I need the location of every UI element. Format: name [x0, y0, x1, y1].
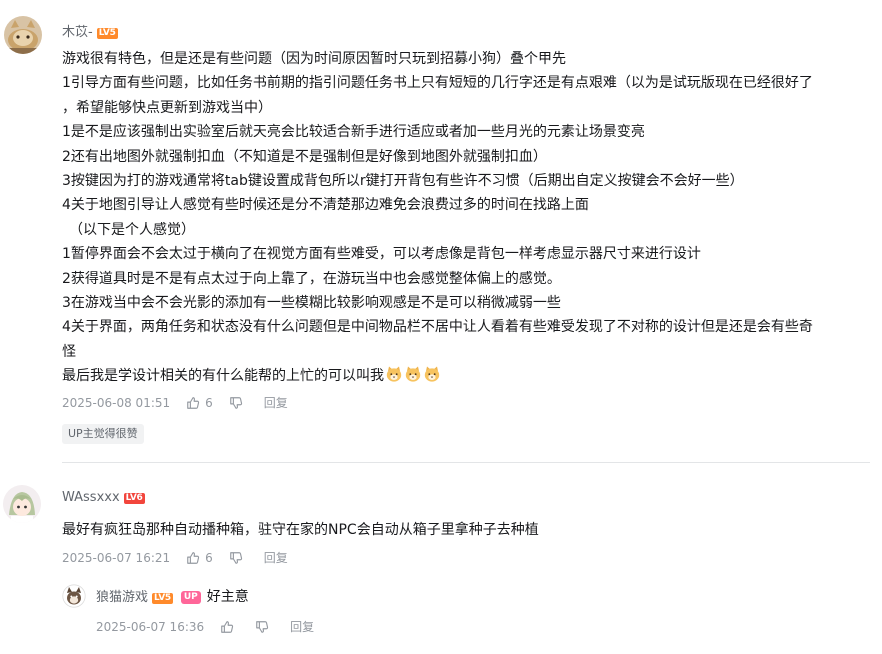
comment-1-body: 游戏很有特色，但是还是有些问题（因为时间原因暂时只玩到招募小狗）叠个甲先 1引导… — [62, 47, 813, 389]
cat-face-emoji-icon — [405, 366, 421, 382]
comment-1-time: 2025-06-08 01:51 — [62, 396, 171, 410]
level-badge: LV5 — [152, 593, 173, 604]
thumbs-up-icon — [187, 552, 200, 564]
reply-button[interactable]: 回复 — [290, 618, 314, 636]
avatar-langmao[interactable] — [62, 584, 86, 608]
comment-2-username-row: WAssxxx LV6 — [62, 490, 145, 505]
cat-face-emoji-icon — [424, 366, 440, 382]
thumbs-down-icon — [229, 397, 242, 409]
comment-text-line: 3按键因为打的游戏通常将tab键设置成背包所以r键打开背包有些许不习惯（后期出自… — [62, 173, 744, 190]
comment-text-line: ，希望能够快点更新到游戏当中） — [62, 99, 272, 116]
up-liked-tag: UP主觉得很赞 — [62, 424, 144, 444]
like-button[interactable]: 6 — [186, 394, 213, 412]
reply-button[interactable]: 回复 — [264, 549, 288, 567]
like-count: 6 — [205, 396, 213, 410]
comment-text-line: 2还有出地图外就强制扣血（不知道是不是强制但是好像到地图外就强制扣血） — [62, 148, 547, 165]
wolf-cat-avatar-image — [62, 584, 86, 608]
reply-username[interactable]: 狼猫游戏 — [96, 590, 148, 605]
dislike-button[interactable] — [229, 396, 248, 410]
reply-header: 狼猫游戏 LV5 UP 好主意 — [96, 586, 249, 606]
comment-1-username[interactable]: 木苡- — [62, 25, 93, 40]
comment-2-time: 2025-06-07 16:21 — [62, 551, 171, 565]
up-badge: UP — [180, 591, 201, 604]
avatar-muyi[interactable] — [4, 16, 42, 54]
comment-text-line: 4关于界面，两角任务和状态没有什么问题但是中间物品栏不居中让人看着有些难受发现了… — [62, 319, 813, 336]
comment-text-line: 2获得道具时是不是有点太过于向上靠了，在游玩当中也会感觉整体偏上的感觉。 — [62, 270, 561, 287]
like-button[interactable]: 6 — [186, 549, 213, 567]
level-badge: LV5 — [96, 28, 118, 39]
comment-text-line: 3在游戏当中会不会光影的添加有一些模糊比较影响观感是不是可以稍微减弱一些 — [62, 295, 561, 312]
cat-avatar-image — [4, 16, 42, 54]
comment-text-line: 4关于地图引导让人感觉有些时候还是分不清楚那边难免会浪费过多的时间在找路上面 — [62, 197, 589, 214]
comment-text-line: 最后我是学设计相关的有什么能帮的上忙的可以叫我 — [62, 368, 384, 385]
thumbs-up-icon — [187, 397, 200, 409]
level-badge: LV6 — [123, 493, 145, 504]
comment-1-meta: 2025-06-08 01:51 6 回复 — [62, 394, 288, 412]
comment-2-meta: 2025-06-07 16:21 6 回复 — [62, 549, 288, 567]
like-button[interactable] — [220, 620, 239, 634]
emoji-group — [384, 366, 441, 384]
comment-text-line: 怪 — [62, 343, 76, 360]
like-count: 6 — [205, 551, 213, 565]
comment-2-text: 最好有疯狂岛那种自动播种箱，驻守在家的NPC会自动从箱子里拿种子去种植 — [62, 522, 539, 538]
thumbs-down-icon — [229, 552, 242, 564]
reply-meta: 2025-06-07 16:36 回复 — [96, 618, 314, 636]
thumbs-down-icon — [256, 621, 269, 633]
comment-1-username-row: 木苡- LV5 — [62, 21, 118, 40]
comment-text-line: 1暂停界面会不会太过于横向了在视觉方面有些难受，可以考虑像是背包一样考虑显示器尺… — [62, 246, 701, 263]
dislike-button[interactable] — [229, 551, 248, 565]
comment-text-line: 1引导方面有些问题，比如任务书前期的指引问题任务书上只有短短的几行字还是有点艰难… — [62, 75, 813, 92]
anime-avatar-image — [3, 485, 41, 523]
reply-button[interactable]: 回复 — [264, 394, 288, 412]
comment-text-line: 游戏很有特色，但是还是有些问题（因为时间原因暂时只玩到招募小狗）叠个甲先 — [62, 51, 566, 67]
comment-divider — [62, 462, 870, 463]
avatar-wassxxx[interactable] — [3, 485, 41, 523]
comment-2-username[interactable]: WAssxxx — [62, 490, 120, 505]
comment-text-line: （以下是个人感觉） — [69, 221, 195, 238]
comment-last-line: 最后我是学设计相关的有什么能帮的上忙的可以叫我 — [62, 364, 813, 388]
comment-text-line: 1是不是应该强制出实验室后就天亮会比较适合新手进行适应或者加一些月光的元素让场景… — [62, 124, 645, 141]
reply-text: 好主意 — [206, 589, 249, 605]
thumbs-up-icon — [221, 621, 234, 633]
dislike-button[interactable] — [255, 620, 274, 634]
cat-face-emoji-icon — [386, 366, 402, 382]
reply-time: 2025-06-07 16:36 — [96, 620, 205, 634]
